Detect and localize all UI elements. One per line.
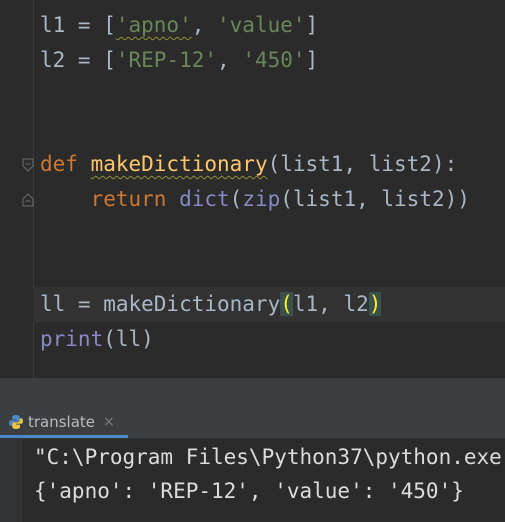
code-line-return[interactable]: return dict(zip(list1, list2)) — [40, 182, 470, 217]
code-token: ( — [280, 292, 293, 316]
code-token: l1 = [ — [40, 13, 116, 37]
code-line-print[interactable]: print(ll) — [40, 322, 154, 357]
code-token: makeDictionary — [90, 152, 268, 176]
code-token: (list1, list2): — [267, 152, 458, 176]
fold-collapse-icon[interactable] — [21, 158, 35, 172]
code-token: ) — [368, 292, 382, 316]
close-icon[interactable]: × — [103, 414, 115, 430]
code-editor[interactable]: l1 = ['apno', 'value'] l2 = ['REP-12', '… — [0, 0, 505, 378]
code-line-l2[interactable]: l2 = ['REP-12', '450'] — [40, 43, 318, 78]
console-line-command: "C:\Program Files\Python37\python.exe — [34, 445, 502, 469]
run-tab-translate[interactable]: translate × — [0, 408, 128, 438]
code-token: l1, l2 — [292, 292, 369, 316]
code-token: , — [191, 13, 218, 37]
code-token: 'apno' — [115, 13, 192, 37]
code-token: return — [40, 187, 180, 211]
code-token: print — [40, 327, 104, 351]
console-line-output: {'apno': 'REP-12', 'value': '450'} — [34, 479, 464, 503]
code-token: 'REP-12' — [115, 48, 218, 72]
panel-separator — [0, 378, 505, 408]
code-token: ll = makeDictionary — [40, 292, 281, 316]
code-token: (ll) — [103, 327, 154, 351]
code-token: ] — [305, 48, 319, 72]
code-token: def — [40, 152, 91, 176]
code-token: , — [217, 48, 243, 72]
code-line-def[interactable]: def makeDictionary(list1, list2): — [40, 147, 457, 182]
fold-end-icon[interactable] — [21, 193, 35, 207]
python-icon — [9, 414, 23, 429]
code-token: '450' — [242, 48, 306, 72]
code-token: zip — [242, 187, 281, 211]
code-token: ] — [305, 13, 319, 37]
run-tab-bar: translate × — [0, 408, 505, 439]
code-token: l2 = [ — [40, 48, 116, 72]
code-token: 'value' — [217, 13, 306, 37]
code-token: ( — [229, 187, 243, 211]
code-token: dict — [179, 187, 230, 211]
run-tab-label: translate — [28, 412, 96, 431]
console-gutter — [0, 438, 22, 522]
code-token: (list1, list2)) — [280, 187, 470, 211]
code-line-l1[interactable]: l1 = ['apno', 'value'] — [40, 8, 318, 43]
code-line-ll[interactable]: ll = makeDictionary(l1, l2) — [40, 287, 382, 322]
